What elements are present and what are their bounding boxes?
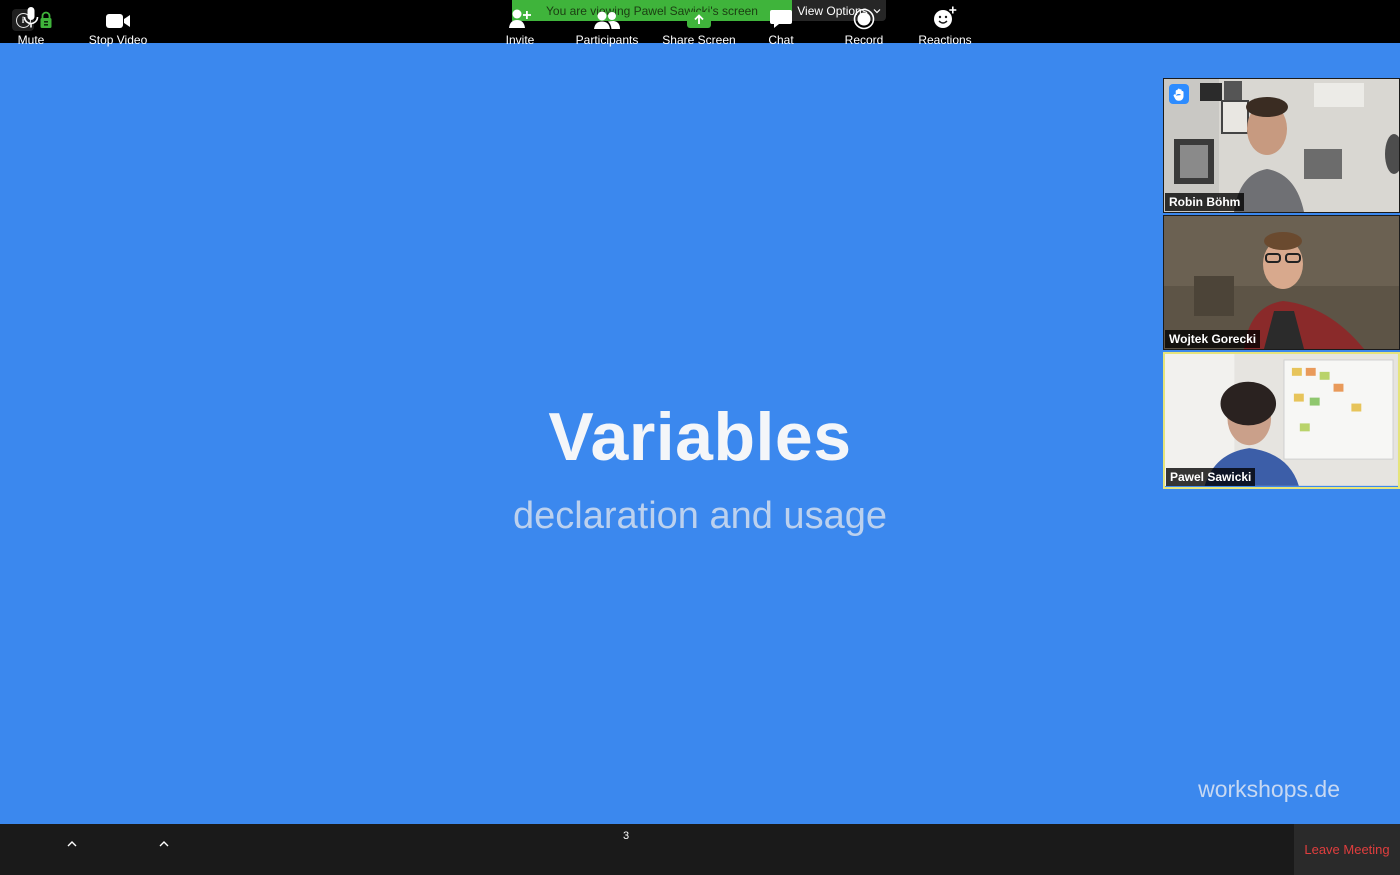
participants-icon bbox=[594, 11, 620, 29]
leave-meeting-button[interactable]: Leave Meeting bbox=[1294, 824, 1400, 875]
participants-button[interactable]: Participants bbox=[572, 0, 642, 51]
reactions-label: Reactions bbox=[918, 33, 972, 47]
record-button[interactable]: Record bbox=[840, 0, 888, 51]
screen-share-banner: You are viewing Pawel Sawicki's screen bbox=[512, 0, 792, 21]
participant-tile-pawel[interactable]: Pawel Sawicki bbox=[1163, 352, 1400, 489]
invite-button[interactable]: Invite bbox=[498, 0, 542, 51]
participants-count: 3 bbox=[623, 830, 630, 842]
share-screen-icon bbox=[687, 12, 711, 28]
stop-video-label: Stop Video bbox=[88, 33, 148, 47]
chat-label: Chat bbox=[768, 33, 794, 47]
add-person-icon bbox=[509, 9, 531, 28]
participant-name: Robin Böhm bbox=[1165, 193, 1245, 211]
leave-meeting-label: Leave Meeting bbox=[1304, 842, 1390, 857]
video-options-caret-icon[interactable] bbox=[158, 838, 170, 850]
microphone-icon bbox=[23, 7, 39, 28]
slide-subtitle: declaration and usage bbox=[513, 495, 887, 537]
raised-hand-badge bbox=[1169, 84, 1189, 104]
chat-button[interactable]: Chat bbox=[760, 0, 802, 51]
participant-name: Wojtek Gorecki bbox=[1165, 330, 1261, 348]
record-label: Record bbox=[844, 33, 884, 47]
video-camera-icon bbox=[106, 14, 130, 28]
share-screen-button[interactable]: Share Screen bbox=[660, 0, 738, 51]
mute-button[interactable]: Mute bbox=[10, 0, 52, 51]
participant-name: Pawel Sawicki bbox=[1166, 468, 1256, 486]
participant-video bbox=[1165, 354, 1398, 486]
stop-video-button[interactable]: Stop Video bbox=[84, 0, 152, 51]
participants-label: Participants bbox=[575, 33, 639, 47]
audio-options-caret-icon[interactable] bbox=[66, 838, 78, 850]
record-icon bbox=[853, 8, 875, 30]
chat-bubble-icon bbox=[770, 10, 792, 28]
participant-gallery: Robin Böhm Wojtek Gorecki Pawel Sawicki bbox=[1163, 78, 1400, 491]
participant-tile-robin[interactable]: Robin Böhm bbox=[1163, 78, 1400, 213]
meeting-toolbar bbox=[0, 824, 1400, 875]
reactions-emoji-icon bbox=[934, 6, 957, 28]
slide-brand: workshops.de bbox=[1198, 776, 1340, 802]
share-screen-label: Share Screen bbox=[662, 33, 736, 47]
reactions-button[interactable]: Reactions bbox=[914, 0, 976, 51]
raised-hand-icon bbox=[1173, 88, 1184, 101]
invite-label: Invite bbox=[505, 33, 535, 47]
participant-tile-wojtek[interactable]: Wojtek Gorecki bbox=[1163, 215, 1400, 350]
mute-label: Mute bbox=[17, 33, 45, 47]
